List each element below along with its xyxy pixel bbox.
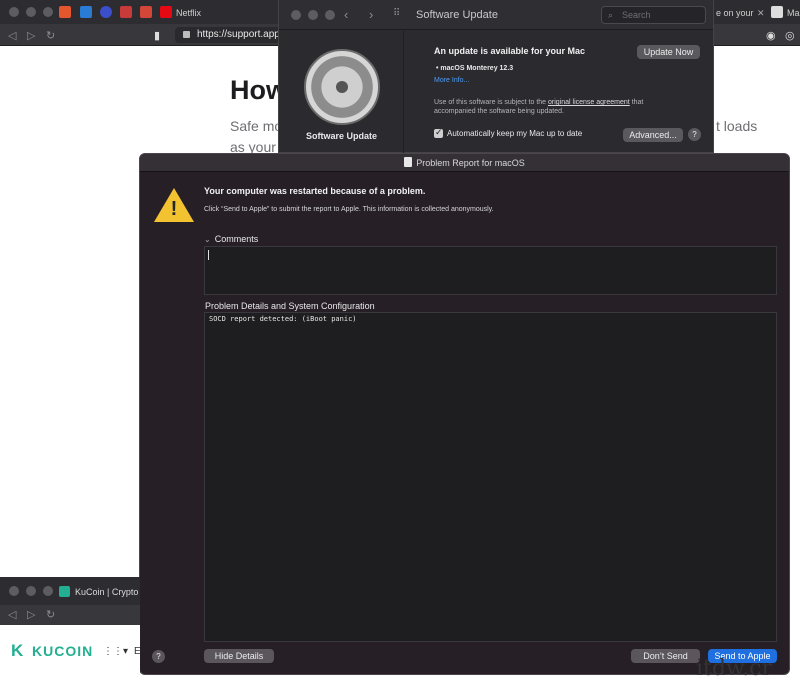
back-icon[interactable]: ◁ bbox=[8, 29, 16, 42]
tab-kucoin[interactable]: KuCoin | Crypto bbox=[75, 587, 138, 597]
dialog-subtext: Click “Send to Apple” to submit the repo… bbox=[204, 206, 494, 213]
hide-details-button[interactable]: Hide Details bbox=[204, 649, 274, 663]
tab-netflix[interactable]: Netflix bbox=[176, 8, 201, 18]
details-text: SOCD report detected: (iBoot panic) bbox=[209, 315, 357, 323]
grid-icon[interactable]: ⠿ bbox=[393, 8, 400, 19]
kucoin-menu-partial[interactable]: E bbox=[134, 646, 141, 657]
back-icon[interactable]: ‹ bbox=[344, 7, 348, 22]
sidebar-label: Software Update bbox=[305, 131, 377, 141]
update-headline: An update is available for your Mac bbox=[434, 46, 586, 56]
details-label: Problem Details and System Configuration bbox=[205, 301, 375, 311]
window-controls[interactable] bbox=[9, 7, 53, 17]
dont-send-button[interactable]: Don’t Send bbox=[631, 649, 700, 663]
auto-update-label[interactable]: Automatically keep my Mac up to date bbox=[447, 129, 582, 138]
advanced-button[interactable]: Advanced... bbox=[623, 128, 683, 142]
tab-favicon[interactable] bbox=[80, 6, 92, 18]
kucoin-browser-toolbar: ◁ ▷ ↻ bbox=[0, 605, 140, 625]
page-text-line1-right: t loads bbox=[716, 118, 758, 134]
checkmark-icon: ✓ bbox=[435, 127, 443, 137]
address-bar[interactable]: https://support.apple bbox=[175, 27, 283, 43]
forward-icon[interactable]: ▷ bbox=[27, 608, 35, 621]
page-text-line1: Safe mo bbox=[230, 118, 283, 134]
watermark: itdw.cr bbox=[696, 656, 773, 680]
more-info-link[interactable]: More Info... bbox=[434, 77, 469, 84]
background-page-strip bbox=[790, 153, 800, 680]
update-now-button[interactable]: Update Now bbox=[637, 45, 700, 59]
gmail-icon[interactable] bbox=[140, 6, 152, 18]
kucoin-favicon[interactable] bbox=[59, 586, 70, 597]
chrome-icon[interactable]: ◎ bbox=[785, 29, 795, 42]
netflix-icon[interactable] bbox=[160, 6, 172, 18]
legal-text: Use of this software is subject to the o… bbox=[434, 99, 644, 115]
exclamation-icon: ! bbox=[170, 198, 178, 220]
forward-icon[interactable]: › bbox=[369, 7, 373, 22]
problem-report-dialog: Problem Report for macOS ! Your computer… bbox=[139, 153, 790, 675]
reload-icon[interactable]: ↻ bbox=[46, 608, 55, 621]
comments-textarea[interactable] bbox=[204, 246, 777, 295]
license-link[interactable]: original license agreement bbox=[548, 99, 630, 106]
extension-icon[interactable]: ◉ bbox=[766, 29, 776, 42]
help-button[interactable]: ? bbox=[152, 650, 165, 663]
document-icon bbox=[404, 157, 413, 167]
tab-favicon[interactable] bbox=[771, 6, 783, 18]
tab-partial[interactable]: e on your bbox=[716, 8, 754, 18]
software-update-titlebar: ‹ › ⠿ Software Update ⌕ Search bbox=[279, 0, 713, 30]
dialog-headline: Your computer was restarted because of a… bbox=[204, 186, 426, 196]
window-controls[interactable] bbox=[9, 586, 53, 596]
apps-grid-icon[interactable]: ⋮⋮▾ bbox=[103, 646, 128, 657]
window-controls[interactable] bbox=[291, 10, 335, 20]
tab-favicon[interactable] bbox=[59, 6, 71, 18]
reload-icon[interactable]: ↻ bbox=[46, 29, 55, 42]
software-update-sidebar: Software Update bbox=[279, 31, 404, 153]
back-icon[interactable]: ◁ bbox=[8, 608, 16, 621]
details-textarea[interactable]: SOCD report detected: (iBoot panic) bbox=[204, 312, 777, 642]
search-placeholder: Search bbox=[622, 10, 651, 20]
window-title: Software Update bbox=[416, 9, 498, 21]
tab-partial-2[interactable]: Ma bbox=[787, 8, 800, 18]
bookmark-icon[interactable]: ▮ bbox=[154, 29, 160, 42]
software-update-window: ‹ › ⠿ Software Update ⌕ Search Software … bbox=[278, 0, 714, 153]
auto-update-checkbox[interactable]: ✓ bbox=[434, 127, 443, 138]
tab-favicon[interactable] bbox=[100, 6, 112, 18]
lock-icon bbox=[183, 31, 190, 38]
kucoin-logo[interactable]: KUCOIN bbox=[32, 643, 93, 659]
text-cursor bbox=[208, 250, 209, 260]
chevron-down-icon: ⌄ bbox=[204, 235, 211, 244]
gear-icon bbox=[304, 49, 380, 125]
search-icon: ⌕ bbox=[608, 10, 614, 20]
tab-favicon[interactable] bbox=[120, 6, 132, 18]
comments-disclosure[interactable]: ⌄ Comments bbox=[204, 234, 258, 244]
dialog-title: Problem Report for macOS bbox=[416, 158, 525, 168]
search-input[interactable]: ⌕ Search bbox=[601, 6, 706, 24]
update-item: • macOS Monterey 12.3 bbox=[436, 65, 514, 72]
url-text: https://support.apple bbox=[197, 29, 283, 40]
kucoin-logo-icon[interactable]: K bbox=[11, 641, 23, 661]
forward-icon[interactable]: ▷ bbox=[27, 29, 35, 42]
close-icon[interactable]: ✕ bbox=[757, 8, 765, 19]
dialog-titlebar: Problem Report for macOS bbox=[140, 154, 789, 172]
help-button[interactable]: ? bbox=[688, 128, 701, 141]
